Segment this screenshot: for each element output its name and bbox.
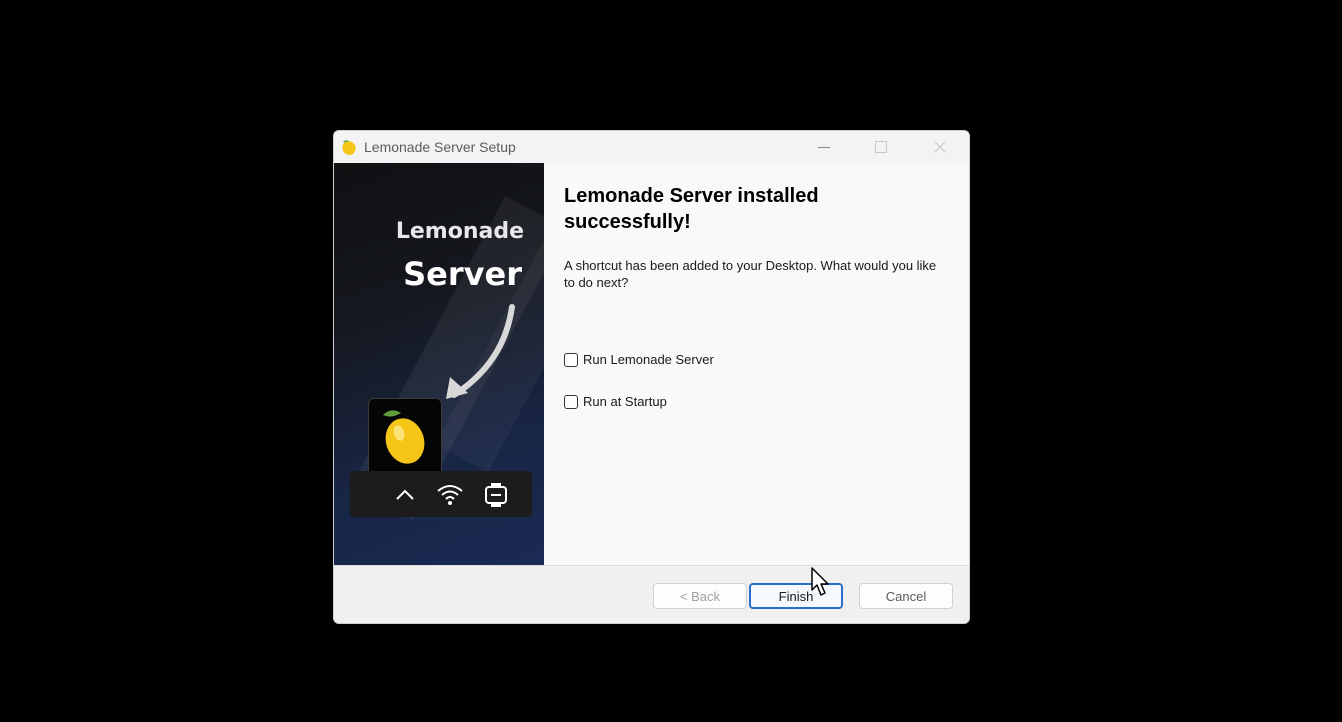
checkbox-box[interactable] [564, 394, 578, 409]
page-description: A shortcut has been added to your Deskto… [564, 258, 937, 290]
back-button[interactable]: < Back [653, 583, 747, 609]
battery-icon [485, 483, 507, 507]
minimize-icon [818, 146, 830, 148]
chevron-up-icon [396, 489, 414, 500]
maximize-icon [875, 141, 887, 153]
minimize-button[interactable] [801, 131, 847, 163]
run-lemonade-server-checkbox[interactable]: Run Lemonade Server [564, 352, 714, 367]
content-pane: Lemonade Server installed successfully! … [544, 163, 969, 565]
run-at-startup-checkbox[interactable]: Run at Startup [564, 394, 667, 409]
close-icon [934, 141, 946, 153]
lemon-app-icon [342, 140, 356, 155]
close-button[interactable] [917, 131, 963, 163]
checkbox-label[interactable]: Run at Startup [583, 394, 667, 409]
checkbox-label[interactable]: Run Lemonade Server [583, 352, 714, 367]
banner-title-line1: Lemonade [395, 219, 524, 244]
maximize-button[interactable] [858, 131, 904, 163]
lemon-icon [383, 410, 425, 464]
setup-window: Lemonade Server Setup Lemonade Server Le… [333, 130, 970, 624]
wifi-icon [437, 485, 463, 505]
system-tray [350, 471, 532, 517]
banner-title-line2: Server [403, 255, 522, 293]
cancel-button[interactable]: Cancel [859, 583, 953, 609]
tray-popup [368, 398, 442, 478]
mouse-cursor-icon [811, 567, 829, 596]
page-title: Lemonade Server installed successfully! [564, 185, 819, 233]
title-bar[interactable]: Lemonade Server Setup [334, 131, 969, 163]
checkbox-box[interactable] [564, 352, 578, 367]
button-bar: < Back Finish Cancel [334, 565, 969, 623]
window-title: Lemonade Server Setup [364, 139, 516, 155]
curved-arrow-icon [446, 304, 515, 399]
banner-image: Lemonade Server [334, 163, 544, 565]
